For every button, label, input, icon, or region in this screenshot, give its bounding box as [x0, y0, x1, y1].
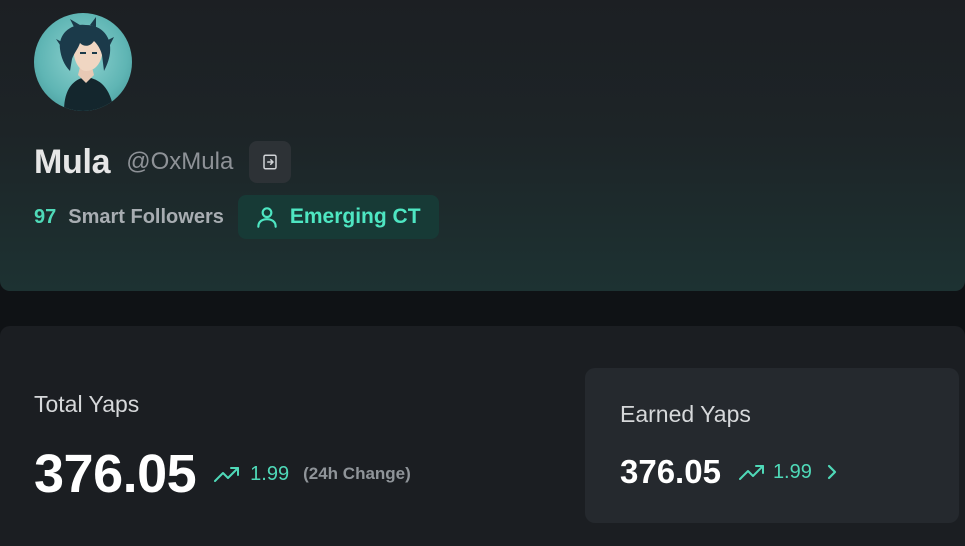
- chevron-right-icon[interactable]: [826, 464, 838, 480]
- earned-yaps-change: 1.99: [772, 460, 812, 483]
- login-button[interactable]: [249, 141, 292, 183]
- name-row: Mula @OxMula: [34, 140, 292, 184]
- earned-yaps-row: 376.05 1.99: [620, 452, 838, 492]
- total-yaps-value: 376.05: [34, 444, 197, 504]
- avatar[interactable]: [34, 13, 132, 111]
- smart-followers-count: 97: [34, 205, 57, 228]
- total-yaps-label: Total Yaps: [34, 391, 140, 417]
- badge-label: Emerging CT: [289, 205, 421, 228]
- smart-followers-row: 97 Smart Followers Emerging CT: [34, 195, 439, 239]
- total-yaps-row: 376.05 1.99 (24h Change): [34, 444, 411, 504]
- earned-yaps-value: 376.05: [620, 453, 721, 490]
- earned-yaps-card[interactable]: Earned Yaps 376.05 1.99: [585, 368, 959, 523]
- anime-avatar-icon: [56, 17, 114, 111]
- total-yaps-change: 1.99: [250, 462, 290, 485]
- user-icon: [257, 207, 277, 228]
- profile-handle[interactable]: @OxMula: [126, 148, 233, 176]
- profile-name: Mula: [34, 142, 111, 181]
- earned-yaps-label: Earned Yaps: [620, 401, 751, 427]
- trending-up-icon: [214, 464, 240, 484]
- profile-card: Mula @OxMula 97 Smart Followers Emerging…: [0, 0, 965, 291]
- smart-followers-label: Smart Followers: [68, 205, 224, 228]
- trending-up-icon: [738, 462, 765, 482]
- emerging-ct-badge[interactable]: Emerging CT: [237, 195, 439, 239]
- login-icon: [263, 154, 278, 170]
- change-period-label: (24h Change): [303, 464, 411, 483]
